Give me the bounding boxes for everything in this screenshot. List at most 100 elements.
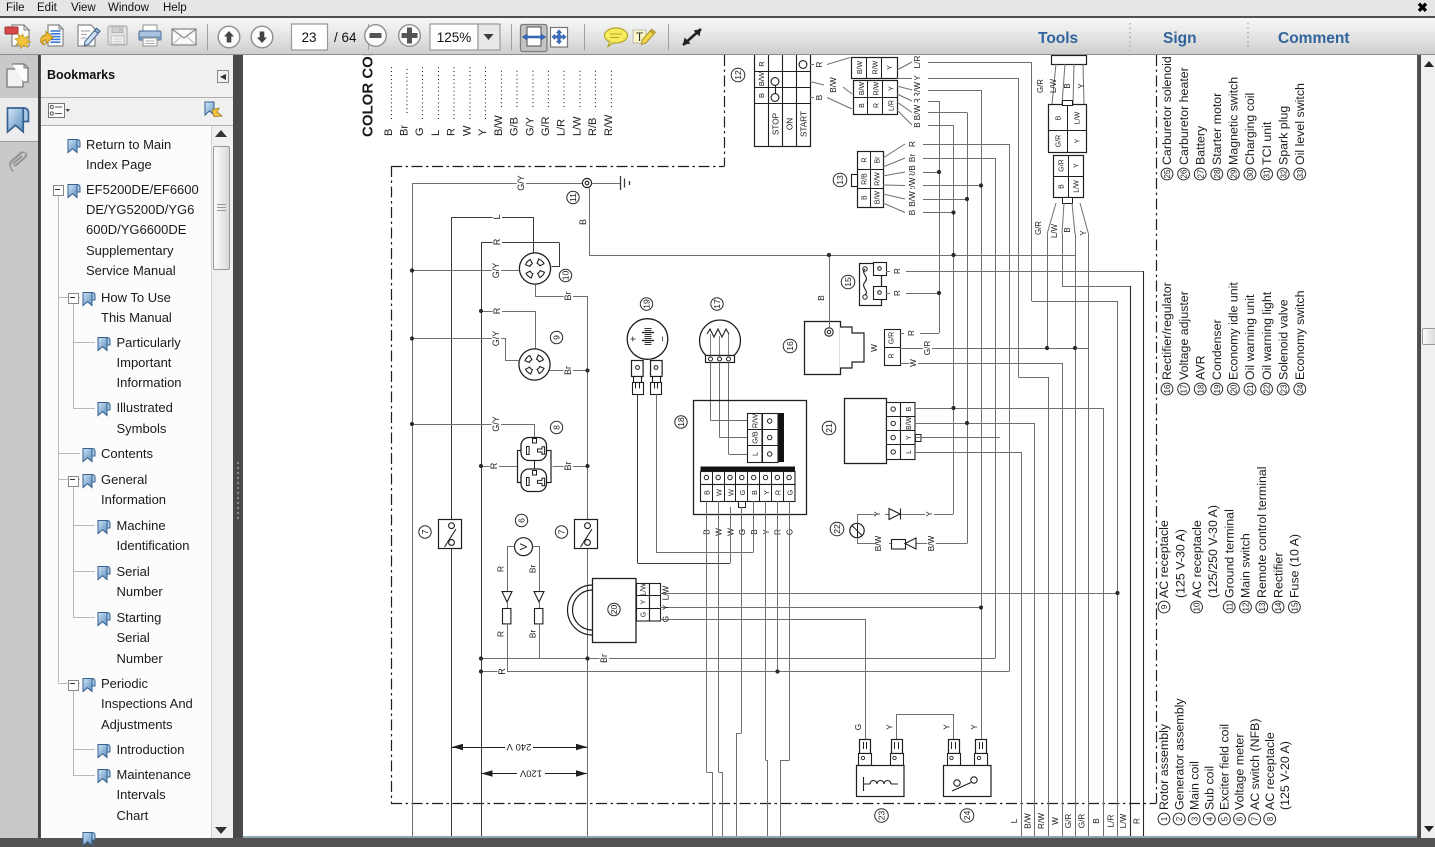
svg-text:Y: Y [888, 86, 895, 91]
svg-text:32: 32 [1279, 169, 1288, 178]
svg-text:11: 11 [568, 193, 578, 202]
svg-text:R: R [774, 529, 783, 535]
svg-text:13: 13 [1258, 602, 1267, 611]
svg-text:7: 7 [557, 529, 567, 534]
svg-text:..........: .......... [524, 69, 536, 108]
svg-text:..............: .............. [383, 65, 395, 120]
svg-text:G/Y: G/Y [516, 175, 526, 191]
svg-text:Br: Br [599, 654, 609, 663]
svg-text:Br: Br [528, 565, 538, 574]
svg-text:AC receptacle: AC receptacle [1157, 520, 1171, 598]
svg-text:G/R: G/R [540, 116, 552, 136]
svg-text:Oil warning light: Oil warning light [1260, 291, 1274, 380]
svg-text:Remote control terminal: Remote control terminal [1255, 466, 1269, 598]
svg-text:16: 16 [1163, 384, 1172, 393]
svg-text:L: L [430, 130, 442, 136]
svg-text:25: 25 [1163, 169, 1172, 178]
svg-text:B: B [815, 94, 824, 100]
svg-text:Carburetor solenoid: Carburetor solenoid [1160, 56, 1174, 165]
svg-text:..........: .......... [540, 69, 552, 108]
svg-text:G/Y: G/Y [491, 263, 501, 279]
svg-text:(125 V-30 A): (125 V-30 A) [1174, 529, 1188, 598]
svg-text:Y: Y [1079, 230, 1088, 236]
svg-text:B: B [908, 209, 917, 215]
svg-text:125%: 125% [437, 30, 472, 45]
svg-text:R/W: R/W [913, 82, 922, 98]
svg-text:Fuse (10 A): Fuse (10 A) [1288, 534, 1302, 598]
svg-text:L/W: L/W [641, 583, 648, 596]
svg-text:+: + [629, 336, 640, 342]
svg-text:G: G [738, 529, 747, 535]
svg-text:G: G [414, 127, 426, 136]
svg-text:L: L [751, 452, 760, 456]
svg-text:120V: 120V [519, 767, 542, 778]
svg-text:R: R [893, 290, 902, 296]
svg-text:B/W: B/W [874, 535, 883, 551]
svg-text:W: W [461, 125, 473, 136]
svg-text:W: W [726, 489, 735, 496]
svg-text:R: R [446, 128, 458, 136]
svg-text:AC receptacle: AC receptacle [1263, 732, 1277, 810]
svg-text:12: 12 [733, 70, 743, 80]
svg-text:3: 3 [1190, 816, 1199, 821]
svg-text:Starter motor: Starter motor [1210, 93, 1224, 165]
svg-text:G/R: G/R [923, 341, 932, 356]
svg-text:L: L [492, 214, 502, 219]
svg-text:..............: .............. [446, 65, 458, 120]
svg-text:B/W: B/W [857, 61, 864, 75]
svg-text:G/B: G/B [751, 431, 760, 444]
svg-text:17: 17 [712, 299, 722, 309]
svg-text:G/Y: G/Y [524, 116, 536, 136]
svg-text:W: W [715, 489, 724, 496]
svg-text:Condenser: Condenser [1210, 319, 1224, 380]
svg-text:G/R: G/R [1034, 221, 1043, 235]
svg-text:Y: Y [477, 128, 489, 136]
svg-text:B: B [757, 93, 766, 98]
svg-text:R: R [893, 268, 902, 274]
svg-text:G/R: G/R [1036, 79, 1045, 93]
svg-text:B/W: B/W [906, 416, 913, 430]
svg-text:L/R: L/R [556, 119, 568, 136]
svg-text:B/W: B/W [829, 77, 838, 93]
svg-text:B: B [1063, 83, 1072, 88]
svg-text:7: 7 [420, 529, 430, 534]
svg-text:L/W: L/W [1049, 78, 1058, 93]
svg-text:Economy switch: Economy switch [1293, 290, 1307, 380]
svg-text:G/R: G/R [1078, 814, 1087, 829]
svg-text:R: R [496, 566, 506, 572]
svg-text:18: 18 [1196, 384, 1205, 393]
svg-text:R: R [489, 462, 499, 469]
svg-text:Solenoid valve: Solenoid valve [1276, 299, 1290, 380]
svg-text:Generator assembly: Generator assembly [1172, 698, 1186, 810]
svg-text:Sub coil: Sub coil [1203, 766, 1217, 810]
svg-text:Main switch: Main switch [1239, 533, 1253, 598]
svg-text:R/W: R/W [751, 414, 760, 428]
svg-text:22: 22 [1263, 384, 1272, 393]
svg-text:B: B [750, 529, 759, 535]
svg-text:13: 13 [835, 175, 845, 185]
svg-text:R/W: R/W [603, 114, 615, 136]
svg-text:Br: Br [563, 461, 573, 470]
svg-text:Carburetor heater: Carburetor heater [1177, 67, 1191, 165]
svg-text:22: 22 [832, 524, 842, 534]
svg-text:Y: Y [943, 724, 952, 730]
svg-text:Exciter field coil: Exciter field coil [1218, 724, 1232, 810]
svg-text:W: W [909, 359, 918, 367]
svg-text:R: R [1133, 818, 1142, 824]
svg-text:..........: .......... [493, 69, 505, 108]
svg-text:R: R [497, 668, 507, 675]
svg-text:..........: .......... [509, 69, 521, 108]
svg-text:R: R [774, 490, 783, 495]
svg-text:Y: Y [970, 724, 979, 730]
svg-text:Br: Br [563, 291, 573, 300]
svg-text:L/R: L/R [1107, 815, 1116, 828]
svg-text:Y: Y [913, 75, 922, 81]
svg-text:R/W: R/W [874, 81, 881, 95]
svg-text:R/B: R/B [862, 173, 869, 185]
svg-text:28: 28 [1213, 169, 1222, 178]
svg-text:Y: Y [886, 724, 895, 730]
svg-text:Y: Y [662, 604, 671, 610]
svg-text:R/W: R/W [1037, 813, 1046, 829]
svg-text:4: 4 [1205, 816, 1214, 821]
svg-text:26: 26 [1180, 169, 1189, 178]
